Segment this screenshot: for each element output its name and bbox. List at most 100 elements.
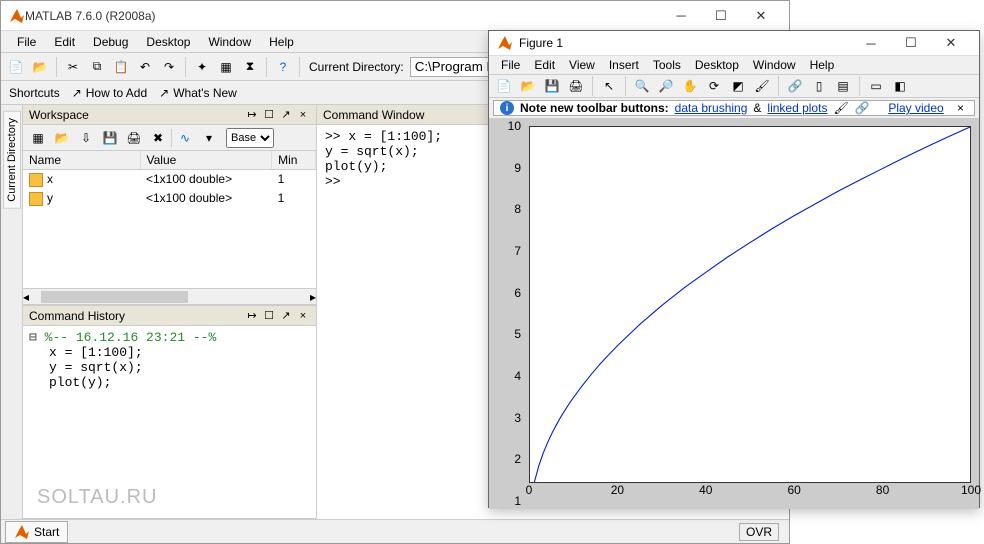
command-history-body[interactable]: ⊟ %-- 16.12.16 23:21 --% x = [1:100]; y … (23, 326, 316, 518)
panel-min-icon[interactable]: ☐ (262, 108, 276, 122)
open-file-icon[interactable]: 📂 (29, 56, 51, 78)
minimize-button[interactable]: ─ (851, 31, 891, 55)
current-directory-tab[interactable]: Current Directory (3, 111, 21, 209)
simulink-icon[interactable]: ✦ (191, 56, 213, 78)
zoom-out-icon[interactable]: 🔎 (655, 75, 677, 97)
print-figure-icon[interactable]: 🖨 (565, 75, 587, 97)
play-video-link[interactable]: Play video (888, 101, 943, 115)
x-axis-ticks: 020406080100 (529, 483, 971, 501)
menu-edit[interactable]: Edit (46, 33, 83, 51)
menu-window[interactable]: Window (200, 33, 259, 51)
matlab-logo-icon (9, 8, 25, 24)
menu-help[interactable]: Help (804, 56, 841, 74)
menu-window[interactable]: Window (747, 56, 802, 74)
workspace-title: Workspace (29, 108, 89, 122)
import-icon[interactable]: ⇩ (75, 127, 97, 149)
history-line[interactable]: y = sqrt(x); (29, 360, 310, 375)
data-brushing-link[interactable]: data brushing (675, 101, 748, 115)
y-axis-ticks: 12345678910 (497, 126, 525, 501)
pointer-icon[interactable]: ↖ (598, 75, 620, 97)
show-tools-icon[interactable]: ◧ (889, 75, 911, 97)
figure-menubar: File Edit View Insert Tools Desktop Wind… (489, 56, 979, 75)
ovr-indicator: OVR (739, 523, 779, 541)
workspace-toolbar: ▦ 📂 ⇩ 💾 🖨 ✖ ∿ ▾ Base (23, 125, 316, 151)
close-button[interactable]: ✕ (931, 31, 971, 55)
copy-icon[interactable]: ⧉ (86, 56, 108, 78)
panel-max-icon[interactable]: ↗ (279, 108, 293, 122)
figure-titlebar: Figure 1 ─ ☐ ✕ (489, 31, 979, 56)
start-button[interactable]: Start (5, 521, 68, 543)
col-value[interactable]: Value (140, 151, 272, 170)
menu-desktop[interactable]: Desktop (138, 33, 198, 51)
guide-icon[interactable]: ▦ (215, 56, 237, 78)
save-figure-icon[interactable]: 💾 (541, 75, 563, 97)
notice-close-icon[interactable]: × (953, 101, 968, 115)
table-row[interactable]: x <1x100 double> 1 (23, 170, 316, 189)
rotate-icon[interactable]: ⟳ (703, 75, 725, 97)
hide-tools-icon[interactable]: ▭ (865, 75, 887, 97)
menu-edit[interactable]: Edit (528, 56, 561, 74)
new-file-icon[interactable]: 📄 (5, 56, 27, 78)
horizontal-scrollbar[interactable]: ◂▸ (23, 288, 316, 304)
brush-icon: 🖌 (833, 101, 848, 115)
col-min[interactable]: Min (272, 151, 316, 170)
info-icon: i (500, 101, 514, 115)
panel-close-icon[interactable]: × (296, 108, 310, 122)
history-line[interactable]: x = [1:100]; (29, 345, 310, 360)
menu-debug[interactable]: Debug (85, 33, 136, 51)
data-cursor-icon[interactable]: ◩ (727, 75, 749, 97)
main-title: MATLAB 7.6.0 (R2008a) (25, 9, 661, 23)
whats-new-link[interactable]: ↗ What's New (159, 86, 237, 100)
dock-icon[interactable]: ↦ (245, 108, 259, 122)
paste-icon[interactable]: 📋 (110, 56, 132, 78)
panel-max-icon[interactable]: ↗ (279, 309, 293, 323)
maximize-button[interactable]: ☐ (701, 4, 741, 28)
print-icon[interactable]: 🖨 (123, 127, 145, 149)
close-button[interactable]: ✕ (741, 4, 781, 28)
pan-icon[interactable]: ✋ (679, 75, 701, 97)
undo-icon[interactable]: ↶ (134, 56, 156, 78)
save-ws-icon[interactable]: 💾 (99, 127, 121, 149)
new-var-icon[interactable]: ▦ (27, 127, 49, 149)
maximize-button[interactable]: ☐ (891, 31, 931, 55)
linked-plots-link[interactable]: linked plots (767, 101, 827, 115)
panel-min-icon[interactable]: ☐ (262, 309, 276, 323)
current-directory-label: Current Directory: (305, 60, 408, 74)
brush-icon[interactable]: 🖌 (751, 75, 773, 97)
scope-select[interactable]: Base (226, 128, 274, 148)
matlab-logo-icon (497, 35, 513, 51)
workspace-table: Name Value Min x <1x100 double> 1 y (23, 151, 316, 288)
col-name[interactable]: Name (23, 151, 140, 170)
menu-desktop[interactable]: Desktop (689, 56, 745, 74)
open-figure-icon[interactable]: 📂 (517, 75, 539, 97)
panel-close-icon[interactable]: × (296, 309, 310, 323)
line-series (530, 127, 970, 482)
cut-icon[interactable]: ✂ (62, 56, 84, 78)
plot-menu-icon[interactable]: ▾ (198, 127, 220, 149)
menu-file[interactable]: File (9, 33, 44, 51)
plot-icon[interactable]: ∿ (174, 127, 196, 149)
colorbar-icon[interactable]: ▯ (808, 75, 830, 97)
table-row[interactable]: y <1x100 double> 1 (23, 189, 316, 208)
open-var-icon[interactable]: 📂 (51, 127, 73, 149)
link-plot-icon[interactable]: 🔗 (784, 75, 806, 97)
new-figure-icon[interactable]: 📄 (493, 75, 515, 97)
menu-tools[interactable]: Tools (647, 56, 687, 74)
profiler-icon[interactable]: ⧗ (239, 56, 261, 78)
dock-icon[interactable]: ↦ (245, 309, 259, 323)
delete-var-icon[interactable]: ✖ (147, 127, 169, 149)
legend-icon[interactable]: ▤ (832, 75, 854, 97)
redo-icon[interactable]: ↷ (158, 56, 180, 78)
history-title: Command History (29, 309, 125, 323)
menu-file[interactable]: File (495, 56, 526, 74)
history-line[interactable]: plot(y); (29, 375, 310, 390)
zoom-in-icon[interactable]: 🔍 (631, 75, 653, 97)
plot-axes[interactable] (529, 126, 971, 483)
help-icon[interactable]: ? (272, 56, 294, 78)
minimize-button[interactable]: ─ (661, 4, 701, 28)
notice-lead: Note new toolbar buttons: (520, 101, 669, 115)
menu-insert[interactable]: Insert (603, 56, 645, 74)
menu-help[interactable]: Help (261, 33, 302, 51)
how-to-add-link[interactable]: ↗ How to Add (72, 86, 147, 100)
menu-view[interactable]: View (563, 56, 601, 74)
